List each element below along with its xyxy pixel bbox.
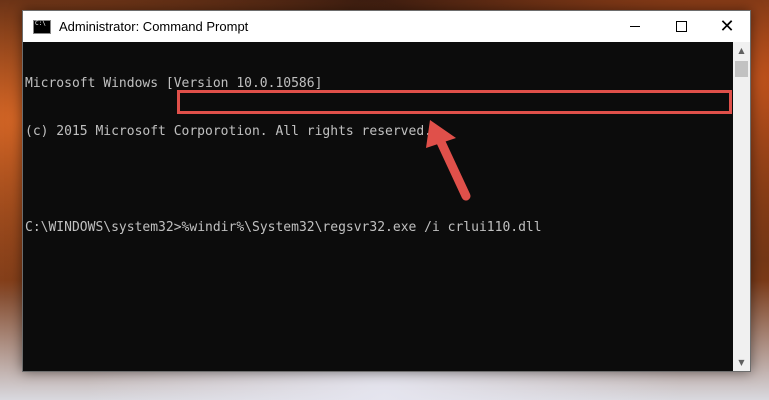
scroll-down-icon[interactable]: ▼: [733, 354, 750, 371]
minimize-button[interactable]: [612, 11, 658, 42]
command-text[interactable]: %windir%\System32\regsvr32.exe /i crlui1…: [182, 220, 542, 235]
pointer-arrow-icon: [426, 120, 471, 201]
command-highlight-box: [177, 90, 732, 114]
window-controls: ✕: [612, 11, 750, 42]
scroll-up-icon[interactable]: ▲: [733, 42, 750, 59]
minimize-icon: [630, 26, 640, 27]
console-icon: [33, 19, 51, 34]
prompt-text: C:\WINDOWS\system32>: [25, 220, 182, 235]
title-bar[interactable]: Administrator: Command Prompt ✕: [23, 11, 750, 42]
command-line[interactable]: C:\WINDOWS\system32>%windir%\System32\re…: [25, 220, 733, 236]
maximize-button[interactable]: [658, 11, 704, 42]
vertical-scrollbar[interactable]: ▲ ▼: [733, 42, 750, 371]
close-button[interactable]: ✕: [704, 11, 750, 42]
scroll-thumb[interactable]: [735, 61, 748, 77]
window-title: Administrator: Command Prompt: [59, 19, 249, 34]
command-prompt-window: Administrator: Command Prompt ✕ Microsof…: [22, 10, 751, 372]
maximize-icon: [675, 21, 687, 32]
close-icon: ✕: [719, 15, 735, 37]
console-line: (c) 2015 Microsoft Corporotion. All righ…: [25, 124, 432, 139]
